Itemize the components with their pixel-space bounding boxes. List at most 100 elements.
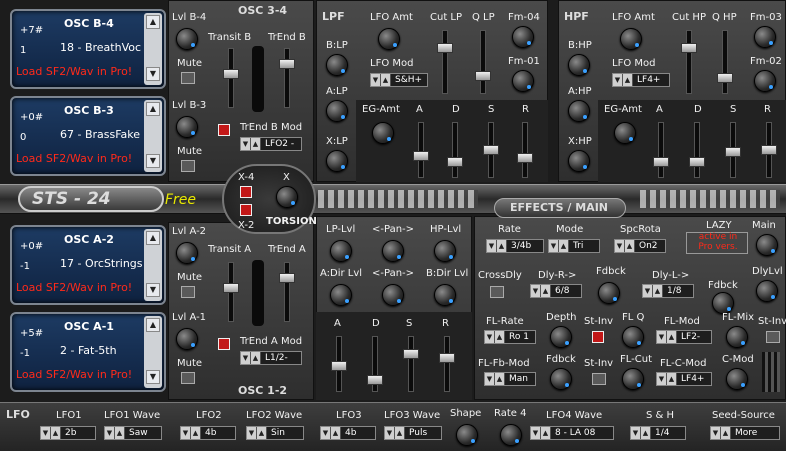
fader-cap[interactable] (475, 71, 491, 81)
hpf-xhp-knob[interactable] (568, 150, 590, 172)
main-knob[interactable] (756, 234, 778, 256)
stinv3-button[interactable] (592, 373, 606, 385)
scroll-down-icon[interactable]: ▼ (146, 283, 160, 297)
hpf-lfo-mod-select[interactable]: ▼ ▲ LF4+ (612, 73, 670, 87)
spinner-icon[interactable]: ▲ (653, 285, 663, 297)
spinner-icon[interactable]: ▼ (615, 240, 625, 252)
flmix-knob[interactable] (726, 326, 748, 348)
fader-cap[interactable] (331, 361, 347, 371)
spinner-icon[interactable]: ▼ (371, 74, 381, 86)
spinner-icon[interactable]: ▼ (41, 427, 51, 439)
spinner-icon[interactable]: ▼ (531, 285, 541, 297)
x2-button[interactable] (240, 204, 252, 216)
spinner-icon[interactable]: ▼ (643, 285, 653, 297)
a-dir-lvl-knob[interactable] (330, 284, 352, 306)
trend-b-fader[interactable] (279, 48, 295, 108)
x4-button[interactable] (240, 186, 252, 198)
dlyl-select[interactable]: ▼ ▲ 1/8 (642, 284, 694, 298)
lfo2-wave-select[interactable]: ▼ ▲ Sin (246, 426, 304, 440)
lfo3-wave-select[interactable]: ▼ ▲ Puls (384, 426, 442, 440)
scroll-up-icon[interactable]: ▲ (146, 102, 160, 116)
fdbck3-knob[interactable] (550, 368, 572, 390)
spinner-icon[interactable]: ▲ (541, 427, 551, 439)
lvl-b4-knob[interactable] (176, 28, 198, 50)
hpf-q-fader[interactable] (717, 30, 733, 94)
spinner-icon[interactable]: ▼ (321, 427, 331, 439)
lvl-a1-knob[interactable] (176, 328, 198, 350)
amp-a-fader[interactable] (331, 336, 347, 392)
fader-cap[interactable] (761, 145, 777, 155)
spinner-icon[interactable]: ▲ (495, 373, 505, 385)
hpf-d-fader[interactable] (689, 122, 705, 178)
spinner-icon[interactable]: ▼ (487, 240, 497, 252)
lfo1-wave-select[interactable]: ▼ ▲ Saw (104, 426, 162, 440)
amp-s-fader[interactable] (403, 336, 419, 392)
fader-cap[interactable] (725, 147, 741, 157)
mute-a1-button[interactable] (181, 372, 195, 384)
hp-lvl-knob[interactable] (434, 240, 456, 262)
osc-a2-scrollbar[interactable]: ▲ ▼ (144, 229, 162, 301)
pan2-knob[interactable] (382, 284, 404, 306)
flcut-knob[interactable] (622, 368, 644, 390)
lvl-a2-knob[interactable] (176, 242, 198, 264)
lpf-alp-knob[interactable] (326, 100, 348, 122)
torsion-knob[interactable] (276, 186, 298, 208)
transit-b-fader[interactable] (223, 48, 239, 108)
fader-cap[interactable] (223, 283, 239, 293)
spinner-icon[interactable]: ▼ (485, 373, 495, 385)
fader-cap[interactable] (483, 145, 499, 155)
spinner-icon[interactable]: ▲ (395, 427, 405, 439)
spinner-icon[interactable]: ▲ (625, 240, 635, 252)
dlylvl-knob[interactable] (756, 280, 778, 302)
flfb-select[interactable]: ▼ ▲ Man (484, 372, 536, 386)
spinner-icon[interactable]: ▲ (191, 427, 201, 439)
fdbck2-knob[interactable] (712, 292, 734, 314)
seed-select[interactable]: ▼ ▲ More (710, 426, 780, 440)
rate4-knob[interactable] (500, 424, 522, 446)
spinner-icon[interactable]: ▼ (613, 74, 623, 86)
lfo2-select[interactable]: ▼ ▲ 4b (180, 426, 236, 440)
trend-b-mod-select[interactable]: ▼ ▲ LFO2 - (240, 137, 302, 151)
spinner-icon[interactable]: ▲ (559, 240, 569, 252)
spinner-icon[interactable]: ▲ (51, 427, 61, 439)
depth-knob[interactable] (550, 326, 572, 348)
spinner-icon[interactable]: ▼ (657, 331, 667, 343)
scroll-up-icon[interactable]: ▲ (146, 318, 160, 332)
lpf-r-fader[interactable] (517, 122, 533, 178)
spinner-icon[interactable]: ▼ (247, 427, 257, 439)
spinner-icon[interactable]: ▲ (497, 240, 507, 252)
lpf-s-fader[interactable] (483, 122, 499, 178)
lfo3-select[interactable]: ▼ ▲ 4b (320, 426, 376, 440)
fdbck1-knob[interactable] (598, 282, 620, 304)
fader-cap[interactable] (367, 375, 383, 385)
hpf-fm02-knob[interactable] (754, 70, 776, 92)
dlyr-select[interactable]: ▼ ▲ 6/8 (530, 284, 582, 298)
trend-a-fader[interactable] (279, 262, 295, 322)
hpf-ahp-knob[interactable] (568, 100, 590, 122)
lpf-xlp-knob[interactable] (326, 150, 348, 172)
lpf-q-fader[interactable] (475, 30, 491, 94)
mute-b4-button[interactable] (181, 72, 195, 84)
fader-cap[interactable] (279, 59, 295, 69)
fx-spc-select[interactable]: ▼ ▲ On2 (614, 239, 666, 253)
fader-cap[interactable] (439, 353, 455, 363)
lpf-cut-fader[interactable] (437, 30, 453, 94)
spinner-icon[interactable]: ▼ (631, 427, 641, 439)
spinner-icon[interactable]: ▼ (105, 427, 115, 439)
transit-a-fader[interactable] (223, 262, 239, 322)
scroll-up-icon[interactable]: ▲ (146, 15, 160, 29)
flrate-select[interactable]: ▼ ▲ Ro 1 (484, 330, 536, 344)
spinner-icon[interactable]: ▼ (485, 331, 495, 343)
spinner-icon[interactable]: ▲ (623, 74, 633, 86)
fx-rate-select[interactable]: ▼ ▲ 3/4b (486, 239, 544, 253)
spinner-icon[interactable]: ▲ (381, 74, 391, 86)
scroll-down-icon[interactable]: ▼ (146, 67, 160, 81)
fader-cap[interactable] (447, 157, 463, 167)
hpf-fm03-knob[interactable] (754, 26, 776, 48)
spinner-icon[interactable]: ▲ (251, 352, 261, 364)
scroll-down-icon[interactable]: ▼ (146, 154, 160, 168)
lpf-eg-knob[interactable] (372, 122, 394, 144)
stinv2-button[interactable] (766, 331, 780, 343)
spinner-icon[interactable]: ▲ (641, 427, 651, 439)
spinner-icon[interactable]: ▲ (257, 427, 267, 439)
